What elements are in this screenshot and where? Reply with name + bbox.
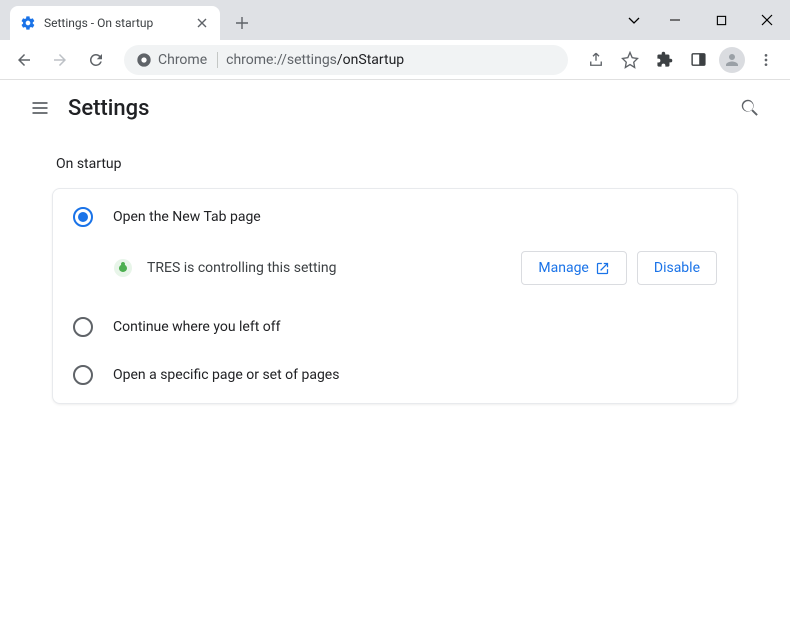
radio-unselected[interactable] bbox=[73, 365, 93, 385]
site-chip: Chrome bbox=[136, 52, 218, 68]
radio-unselected[interactable] bbox=[73, 317, 93, 337]
url-text: chrome://settings/onStartup bbox=[226, 52, 404, 68]
startup-option-specific-pages[interactable]: Open a specific page or set of pages bbox=[53, 351, 737, 399]
maximize-button[interactable] bbox=[698, 4, 744, 36]
extension-app-icon bbox=[113, 258, 133, 278]
extension-notice: TRES is controlling this setting Manage … bbox=[53, 241, 737, 303]
extensions-puzzle-icon[interactable] bbox=[648, 44, 680, 76]
startup-option-new-tab[interactable]: Open the New Tab page bbox=[53, 193, 737, 241]
close-button[interactable] bbox=[744, 4, 790, 36]
menu-dots-icon[interactable] bbox=[750, 44, 782, 76]
back-button[interactable] bbox=[8, 44, 40, 76]
forward-button bbox=[44, 44, 76, 76]
tab-search-icon[interactable] bbox=[616, 4, 652, 36]
section-title: On startup bbox=[52, 156, 738, 172]
extension-message: TRES is controlling this setting bbox=[147, 260, 507, 276]
tab-close-icon[interactable] bbox=[194, 15, 210, 31]
address-bar[interactable]: Chrome chrome://settings/onStartup bbox=[124, 45, 568, 75]
reload-button[interactable] bbox=[80, 44, 112, 76]
option-label: Open the New Tab page bbox=[113, 209, 261, 225]
startup-card: Open the New Tab page TRES is controllin… bbox=[52, 188, 738, 404]
tab-title: Settings - On startup bbox=[44, 16, 186, 30]
option-label: Continue where you left off bbox=[113, 319, 281, 335]
open-external-icon bbox=[595, 261, 610, 276]
disable-button[interactable]: Disable bbox=[637, 251, 717, 285]
browser-tab[interactable]: Settings - On startup bbox=[10, 6, 220, 40]
manage-button[interactable]: Manage bbox=[521, 251, 626, 285]
bookmark-star-icon[interactable] bbox=[614, 44, 646, 76]
window-controls bbox=[616, 0, 790, 40]
startup-option-continue[interactable]: Continue where you left off bbox=[53, 303, 737, 351]
menu-hamburger-icon[interactable] bbox=[20, 88, 60, 128]
settings-gear-icon bbox=[20, 15, 36, 31]
search-icon[interactable] bbox=[730, 88, 770, 128]
option-label: Open a specific page or set of pages bbox=[113, 367, 339, 383]
page-title: Settings bbox=[68, 96, 149, 121]
new-tab-button[interactable] bbox=[228, 9, 256, 37]
radio-selected[interactable] bbox=[73, 207, 93, 227]
settings-content: On startup Open the New Tab page TRES is… bbox=[0, 136, 790, 424]
profile-avatar[interactable] bbox=[716, 44, 748, 76]
browser-titlebar: Settings - On startup bbox=[0, 0, 790, 40]
minimize-button[interactable] bbox=[652, 4, 698, 36]
chrome-logo-icon bbox=[136, 52, 152, 68]
side-panel-icon[interactable] bbox=[682, 44, 714, 76]
share-icon[interactable] bbox=[580, 44, 612, 76]
settings-header: Settings bbox=[0, 80, 790, 136]
browser-toolbar: Chrome chrome://settings/onStartup bbox=[0, 40, 790, 80]
